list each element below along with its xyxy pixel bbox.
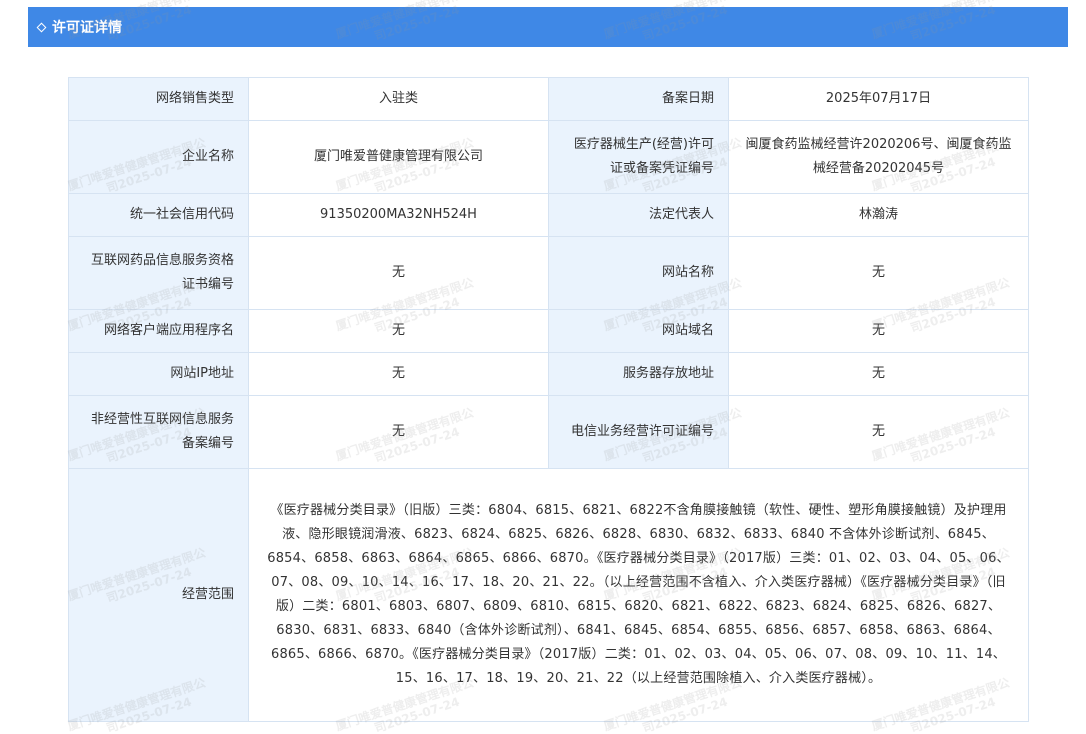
value-filing-date: 2025年07月17日 (728, 77, 1029, 121)
value-business-scope: 《医疗器械分类目录》（旧版）三类：6804、6815、6821、6822不含角膜… (248, 468, 1029, 722)
label-client-app-name: 网络客户端应用程序名 (68, 309, 249, 353)
value-credit-code: 91350200MA32NH524H (248, 193, 549, 237)
label-ip-address: 网站IP地址 (68, 352, 249, 396)
value-legal-representative: 林瀚涛 (728, 193, 1029, 237)
label-license-number: 医疗器械生产(经营)许可证或备案凭证编号 (548, 120, 729, 194)
label-domain: 网站域名 (548, 309, 729, 353)
table-row: 经营范围 《医疗器械分类目录》（旧版）三类：6804、6815、6821、682… (68, 468, 1029, 722)
label-website-name: 网站名称 (548, 236, 729, 310)
value-website-name: 无 (728, 236, 1029, 310)
table-row: 网络销售类型 入驻类 备案日期 2025年07月17日 (68, 77, 1029, 121)
license-detail-page: 许可证详情 网络销售类型 入驻类 备案日期 2025年07月17日 企业名称 厦… (0, 0, 1086, 734)
label-drug-info-cert: 互联网药品信息服务资格证书编号 (68, 236, 249, 310)
value-domain: 无 (728, 309, 1029, 353)
table-row: 互联网药品信息服务资格证书编号 无 网站名称 无 (68, 236, 1029, 310)
section-title: 许可证详情 (52, 20, 122, 36)
label-telecom-license: 电信业务经营许可证编号 (548, 395, 729, 469)
section-header: 许可证详情 (28, 7, 1068, 47)
value-ip-address: 无 (248, 352, 549, 396)
value-client-app-name: 无 (248, 309, 549, 353)
label-icp-filing: 非经营性互联网信息服务备案编号 (68, 395, 249, 469)
label-network-sales-type: 网络销售类型 (68, 77, 249, 121)
table-row: 网站IP地址 无 服务器存放地址 无 (68, 352, 1029, 396)
label-business-scope: 经营范围 (68, 468, 249, 722)
label-server-location: 服务器存放地址 (548, 352, 729, 396)
license-table: 网络销售类型 入驻类 备案日期 2025年07月17日 企业名称 厦门唯爱普健康… (68, 77, 1029, 722)
table-row: 非经营性互联网信息服务备案编号 无 电信业务经营许可证编号 无 (68, 395, 1029, 469)
value-telecom-license: 无 (728, 395, 1029, 469)
value-server-location: 无 (728, 352, 1029, 396)
table-row: 企业名称 厦门唯爱普健康管理有限公司 医疗器械生产(经营)许可证或备案凭证编号 … (68, 120, 1029, 194)
value-network-sales-type: 入驻类 (248, 77, 549, 121)
table-row: 统一社会信用代码 91350200MA32NH524H 法定代表人 林瀚涛 (68, 193, 1029, 237)
diamond-icon (36, 22, 47, 32)
value-license-number: 闽厦食药监械经营许2020206号、闽厦食药监械经营备20202045号 (728, 120, 1029, 194)
table-row: 网络客户端应用程序名 无 网站域名 无 (68, 309, 1029, 353)
label-company-name: 企业名称 (68, 120, 249, 194)
value-drug-info-cert: 无 (248, 236, 549, 310)
label-credit-code: 统一社会信用代码 (68, 193, 249, 237)
value-company-name: 厦门唯爱普健康管理有限公司 (248, 120, 549, 194)
value-icp-filing: 无 (248, 395, 549, 469)
label-filing-date: 备案日期 (548, 77, 729, 121)
label-legal-representative: 法定代表人 (548, 193, 729, 237)
